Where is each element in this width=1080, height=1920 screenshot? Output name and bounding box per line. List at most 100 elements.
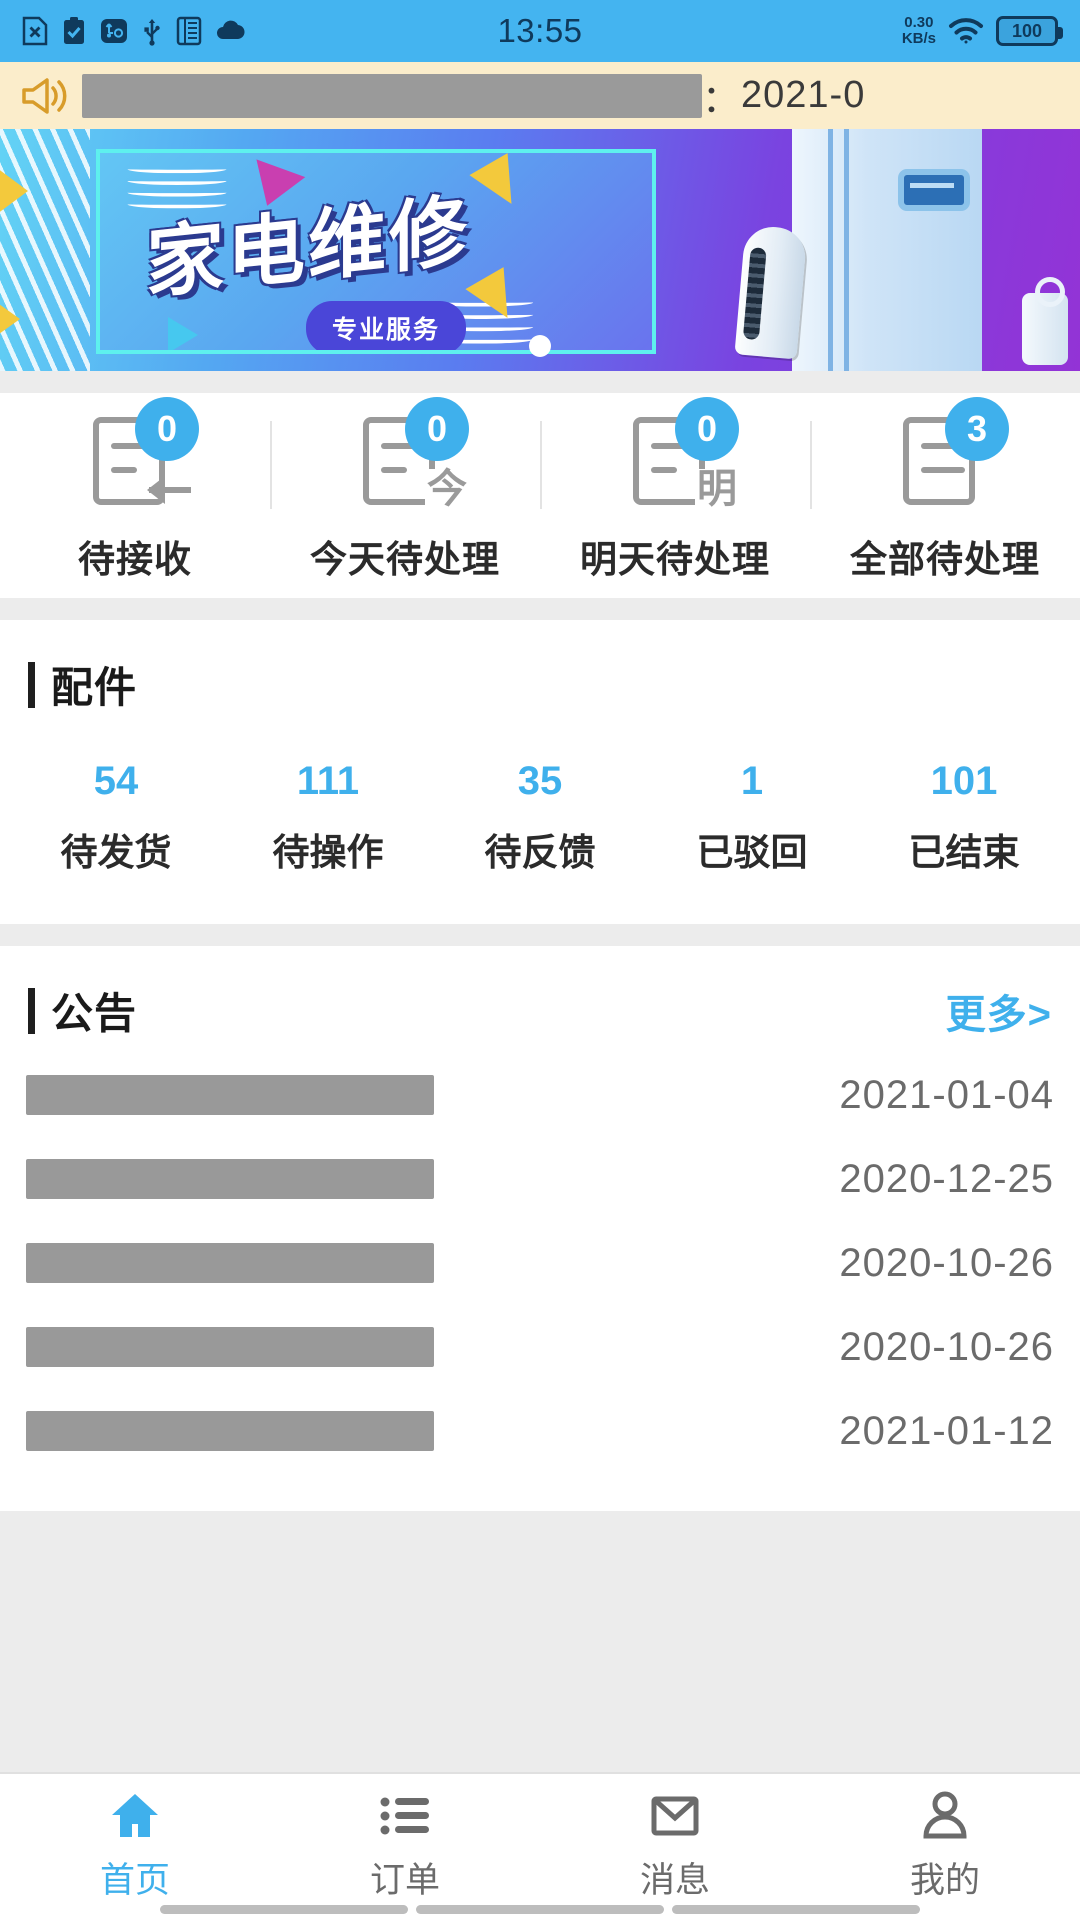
- list-item[interactable]: 2021-01-12: [26, 1397, 1054, 1465]
- promo-banner[interactable]: 家电维修 专业服务: [0, 129, 1080, 371]
- home-icon: [107, 1788, 163, 1844]
- part-item-rejected[interactable]: 1 已驳回: [646, 759, 858, 876]
- notice-text: ： 2021-0: [82, 68, 865, 123]
- announcement-date: 2020-10-26: [839, 1241, 1054, 1286]
- task-item-today-pending[interactable]: 今 0 今天待处理: [270, 393, 540, 598]
- home-indicator: [0, 1905, 1080, 1914]
- list-item[interactable]: 2021-01-04: [26, 1061, 1054, 1129]
- announcement-list: 2021-01-04 2020-12-25 2020-10-26 2020-10…: [0, 1051, 1080, 1511]
- network-speed-unit: KB/s: [902, 31, 936, 47]
- list-icon: [377, 1788, 433, 1844]
- task-badge-count: 3: [945, 397, 1009, 461]
- document-line-2: [111, 467, 137, 473]
- section-gap-3: [0, 924, 1080, 946]
- refrigerator-display-panel: [898, 169, 970, 211]
- part-count: 101: [931, 759, 998, 804]
- section-accent-bar: [28, 662, 35, 708]
- announcement-date: 2021-01-12: [839, 1409, 1054, 1454]
- tab-orders[interactable]: 订单: [270, 1788, 540, 1903]
- task-shortcuts-card: 0 待接收 今 0 今天待处理: [0, 393, 1080, 598]
- announcement-redacted-title: [26, 1411, 434, 1451]
- task-item-tomorrow-pending[interactable]: 明 0 明天待处理: [540, 393, 810, 598]
- part-item-to-operate[interactable]: 111 待操作: [222, 759, 434, 876]
- gas-bottle: [1022, 293, 1068, 365]
- list-item[interactable]: 2020-12-25: [26, 1145, 1054, 1213]
- part-label: 已驳回: [697, 822, 808, 876]
- document-arrow-left-icon: 0: [77, 409, 193, 511]
- part-item-to-ship[interactable]: 54 待发货: [10, 759, 222, 876]
- document-glyph: 今: [425, 469, 469, 509]
- announcement-date: 2020-10-26: [839, 1325, 1054, 1370]
- notice-date: 2021-0: [741, 74, 865, 117]
- app-root: 13:55 0.30 KB/s 100 ： 2021-0: [0, 0, 1080, 1920]
- list-item[interactable]: 2020-10-26: [26, 1229, 1054, 1297]
- announcement-more-link[interactable]: 更多>: [946, 982, 1052, 1040]
- part-item-to-feedback[interactable]: 35 待反馈: [434, 759, 646, 876]
- bottom-navigation: 首页 订单 消息 我的: [0, 1772, 1080, 1920]
- tab-label: 首页: [100, 1852, 170, 1903]
- parts-card: 配件 54 待发货 111 待操作 35 待反馈 1 已驳回 101 已结束: [0, 620, 1080, 924]
- arrow-left-icon: [149, 487, 191, 493]
- section-gap-2: [0, 598, 1080, 620]
- notice-bar[interactable]: ： 2021-0: [0, 62, 1080, 129]
- section-accent-bar: [28, 988, 35, 1034]
- announcement-redacted-title: [26, 1243, 434, 1283]
- banner-yellow-triangle-left-bottom: [0, 289, 20, 349]
- part-label: 待发货: [61, 822, 172, 876]
- refrigerator-body: [792, 129, 982, 371]
- document-line-2: [381, 467, 407, 473]
- part-count: 1: [741, 759, 763, 804]
- wifi-icon: [948, 17, 984, 45]
- refrigerator-seam-1: [828, 129, 833, 371]
- home-indicator-bar: [672, 1905, 920, 1914]
- announcement-date: 2021-01-04: [839, 1073, 1054, 1118]
- document-glyph: 明: [695, 469, 739, 509]
- notice-separator: ：: [702, 68, 741, 123]
- home-indicator-bar: [416, 1905, 664, 1914]
- tab-home[interactable]: 首页: [0, 1788, 270, 1903]
- list-item[interactable]: 2020-10-26: [26, 1313, 1054, 1381]
- tab-label: 我的: [910, 1852, 980, 1903]
- status-bar: 13:55 0.30 KB/s 100: [0, 0, 1080, 62]
- announcement-section-title: 公告: [51, 980, 137, 1041]
- document-today-icon: 今 0: [347, 409, 463, 511]
- tab-messages[interactable]: 消息: [540, 1788, 810, 1903]
- part-count: 54: [94, 759, 139, 804]
- network-speed: 0.30 KB/s: [902, 15, 936, 47]
- task-label: 明天待处理: [580, 529, 770, 583]
- tab-label: 订单: [370, 1852, 440, 1903]
- announcement-redacted-title: [26, 1075, 434, 1115]
- task-badge-count: 0: [675, 397, 739, 461]
- megaphone-icon: [18, 72, 72, 120]
- part-label: 待反馈: [485, 822, 596, 876]
- banner-pagination-dot[interactable]: [529, 335, 551, 357]
- part-count: 35: [518, 759, 563, 804]
- envelope-icon: [647, 1788, 703, 1844]
- task-badge-count: 0: [405, 397, 469, 461]
- announcement-date: 2020-12-25: [839, 1157, 1054, 1202]
- document-all-icon: 3: [887, 409, 1003, 511]
- person-icon: [917, 1788, 973, 1844]
- part-count: 111: [297, 759, 359, 804]
- refrigerator-seam-2: [844, 129, 849, 371]
- status-bar-right-icons: 0.30 KB/s 100: [902, 15, 1058, 47]
- battery-level: 100: [1012, 21, 1042, 42]
- parts-stats-row: 54 待发货 111 待操作 35 待反馈 1 已驳回 101 已结束: [0, 725, 1080, 924]
- tab-profile[interactable]: 我的: [810, 1788, 1080, 1903]
- announcement-redacted-title: [26, 1159, 434, 1199]
- document-line-2: [921, 467, 965, 473]
- tab-label: 消息: [640, 1852, 710, 1903]
- network-speed-value: 0.30: [902, 15, 936, 31]
- part-label: 已结束: [909, 822, 1020, 876]
- task-label: 待接收: [78, 529, 192, 583]
- air-conditioner-vent: [743, 247, 767, 340]
- air-conditioner-unit: [734, 225, 807, 360]
- task-item-to-receive[interactable]: 0 待接收: [0, 393, 270, 598]
- document-tomorrow-icon: 明 0: [617, 409, 733, 511]
- part-item-finished[interactable]: 101 已结束: [858, 759, 1070, 876]
- parts-section-title: 配件: [51, 654, 137, 715]
- announcement-section-header: 公告 更多>: [0, 946, 1080, 1051]
- announcement-card: 公告 更多> 2021-01-04 2020-12-25 2020-10-26 …: [0, 946, 1080, 1511]
- task-item-all-pending[interactable]: 3 全部待处理: [810, 393, 1080, 598]
- document-line-2: [651, 467, 677, 473]
